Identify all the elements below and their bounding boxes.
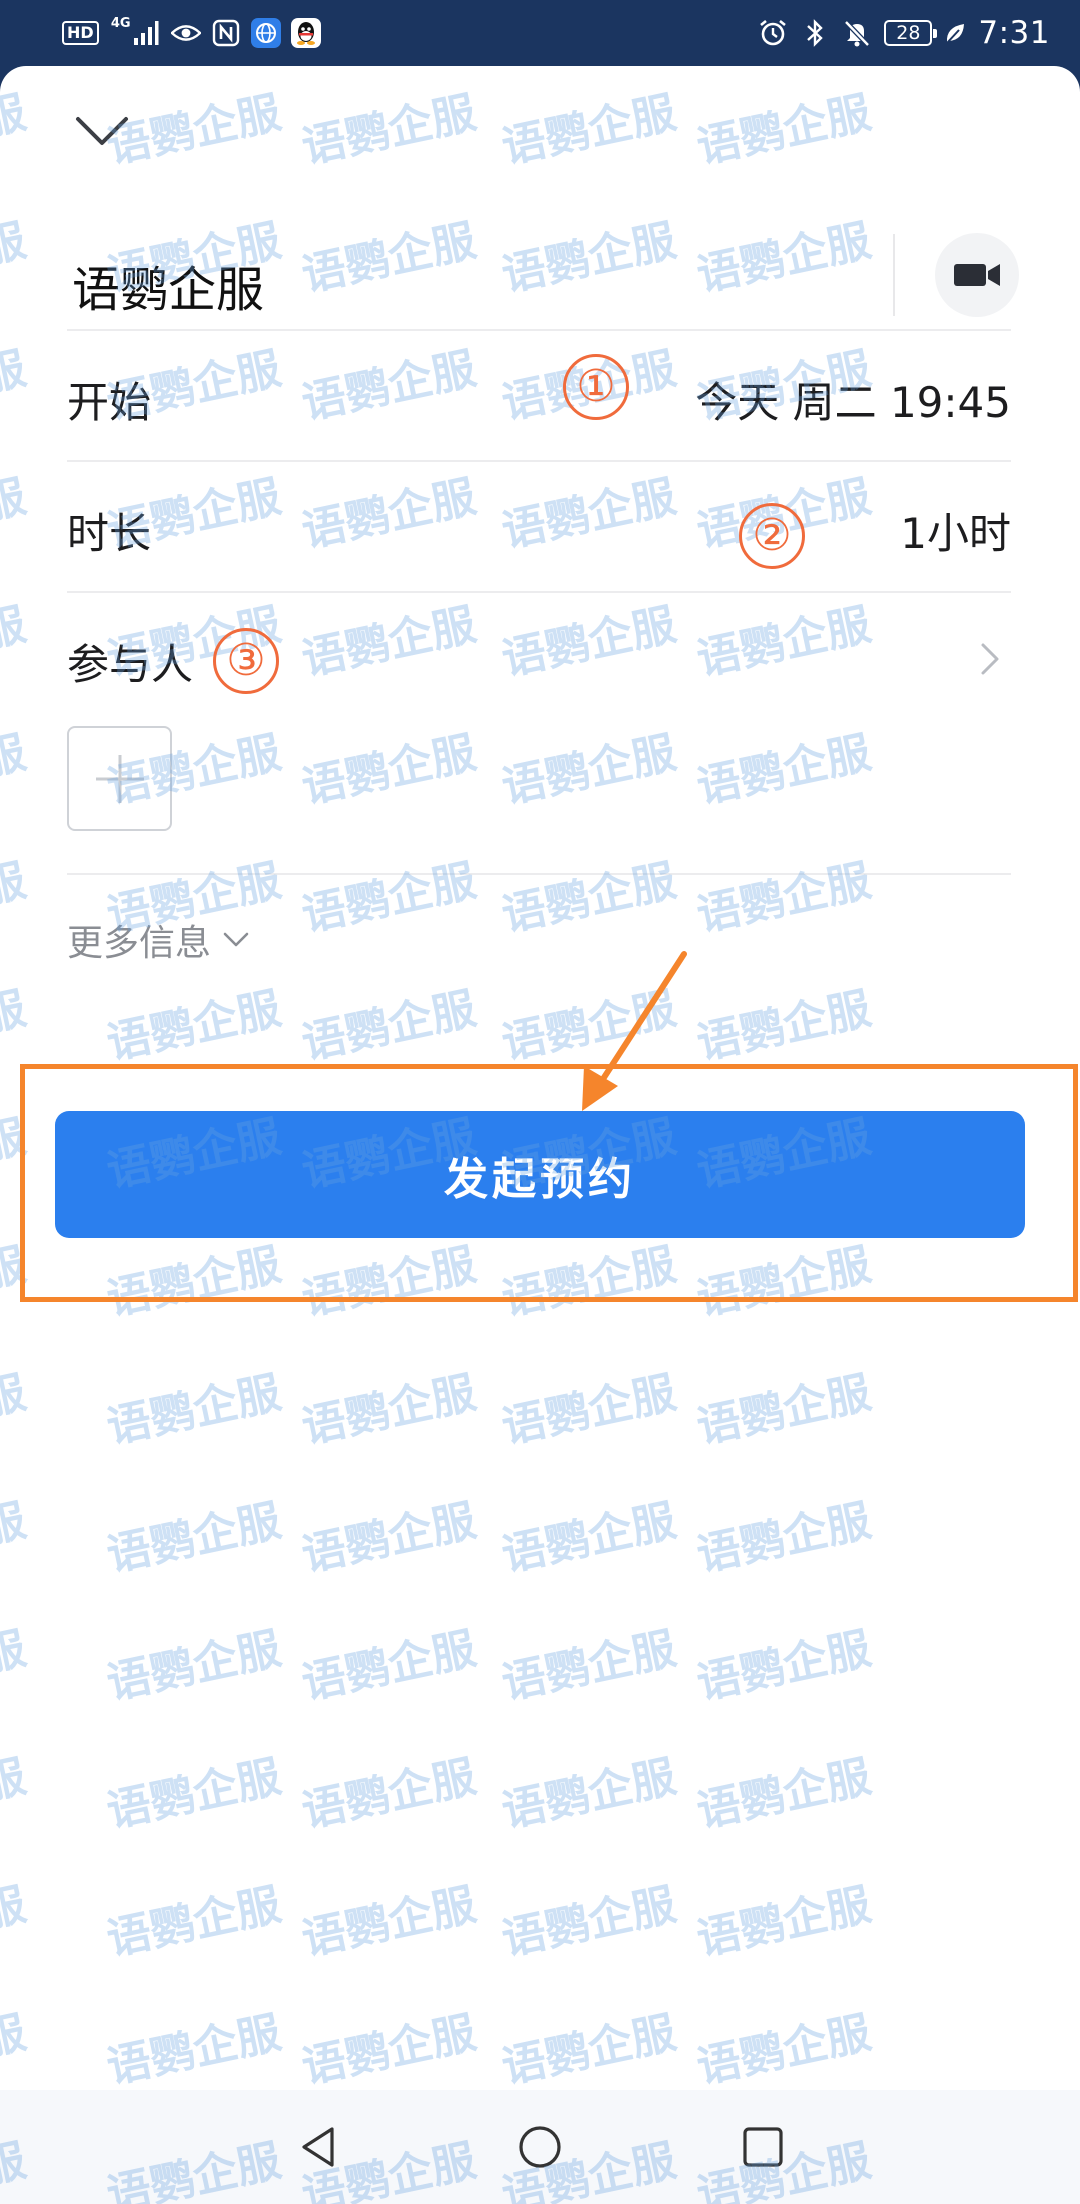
watermark-text: 语鹦企服 <box>692 1495 876 1582</box>
watermark-text: 语鹦企服 <box>692 1879 876 1966</box>
watermark-text: 语鹦企服 <box>0 343 31 430</box>
nav-recents-button[interactable] <box>738 2122 788 2172</box>
watermark-text: 语鹦企服 <box>297 1495 481 1582</box>
duration-label: 时长 <box>67 509 152 558</box>
browser-icon <box>250 18 281 48</box>
circle-home-icon <box>519 2126 561 2168</box>
triangle-back-icon <box>302 2127 334 2167</box>
watermark-text: 语鹦企服 <box>102 1623 286 1710</box>
battery-icon: 28 <box>884 20 938 46</box>
signal-icon: 4G <box>109 16 161 48</box>
duration-row[interactable]: 时长 1小时 <box>67 460 1011 591</box>
clock: 7:31 <box>978 15 1050 51</box>
more-info-toggle[interactable]: 更多信息 <box>67 914 249 966</box>
watermark-text: 语鹦企服 <box>297 727 481 814</box>
add-participant-button[interactable] <box>67 726 172 831</box>
meeting-title[interactable]: 语鹦企服 <box>72 250 264 320</box>
plus-icon <box>95 754 144 803</box>
watermark-text: 语鹦企服 <box>0 727 31 814</box>
nav-home-button[interactable] <box>515 2122 565 2172</box>
watermark-text: 语鹦企服 <box>0 1623 31 1710</box>
eye-icon <box>170 18 201 48</box>
title-divider <box>893 234 895 316</box>
watermark-text: 语鹦企服 <box>692 1751 876 1838</box>
start-time-label: 开始 <box>67 378 152 427</box>
watermark-text: 语鹦企服 <box>102 983 286 1070</box>
qq-icon <box>290 18 321 48</box>
alarm-icon <box>758 18 788 48</box>
watermark-text: 语鹦企服 <box>297 1879 481 1966</box>
title-row: 语鹦企服 <box>0 216 1080 346</box>
watermark-text: 语鹦企服 <box>497 1367 681 1454</box>
bluetooth-icon <box>800 18 830 48</box>
annotation-marker-1: ① <box>563 354 629 420</box>
watermark-text: 语鹦企服 <box>0 1367 31 1454</box>
watermark-text: 语鹦企服 <box>0 471 31 558</box>
watermark-text: 语鹦企服 <box>0 1495 31 1582</box>
status-bar-left: HD 4G <box>62 14 321 52</box>
watermark-text: 语鹦企服 <box>102 1751 286 1838</box>
watermark-text: 语鹦企服 <box>692 2007 876 2094</box>
watermark-text: 语鹦企服 <box>297 1367 481 1454</box>
watermark-text: 语鹦企服 <box>692 855 876 942</box>
more-info-label: 更多信息 <box>67 923 212 964</box>
watermark-text: 语鹦企服 <box>0 983 31 1070</box>
network-type-label: 4G <box>110 16 131 31</box>
navigation-bar <box>0 2090 1080 2204</box>
section-divider <box>67 873 1011 875</box>
watermark-text: 语鹦企服 <box>497 727 681 814</box>
video-camera-icon <box>954 264 1000 286</box>
watermark-text: 语鹦企服 <box>102 1495 286 1582</box>
watermark-text: 语鹦企服 <box>102 1367 286 1454</box>
watermark-text: 语鹦企服 <box>497 1495 681 1582</box>
square-recents-icon <box>743 2127 783 2167</box>
annotation-marker-3: ③ <box>213 628 279 694</box>
watermark-text: 语鹦企服 <box>0 2007 31 2094</box>
collapse-button[interactable] <box>72 106 132 156</box>
status-bar: HD 4G 28 7:31 <box>0 0 1080 66</box>
watermark-text: 语鹦企服 <box>297 2007 481 2094</box>
watermark-text: 语鹦企服 <box>0 1879 31 1966</box>
watermark-text: 语鹦企服 <box>102 1879 286 1966</box>
watermark-text: 语鹦企服 <box>692 727 876 814</box>
watermark-text: 语鹦企服 <box>0 1751 31 1838</box>
hd-badge: HD <box>62 21 99 45</box>
watermark-text: 语鹦企服 <box>692 87 876 174</box>
participants-label: 参与人 <box>67 640 194 689</box>
watermark-text: 语鹦企服 <box>297 983 481 1070</box>
watermark-text: 语鹦企服 <box>0 87 31 174</box>
mute-icon <box>842 18 872 48</box>
watermark-text: 语鹦企服 <box>497 2007 681 2094</box>
participants-row[interactable]: 参与人 <box>67 591 1011 711</box>
watermark-text: 语鹦企服 <box>692 1623 876 1710</box>
nfc-icon <box>211 18 241 48</box>
meeting-booking-sheet: 语鹦企服 开始 今天 周二 19:45 时长 1小时 参与人 更多信息 发起预约… <box>0 66 1080 2204</box>
watermark-text: 语鹦企服 <box>497 855 681 942</box>
annotation-marker-2: ② <box>739 503 805 569</box>
watermark-text: 语鹦企服 <box>692 1367 876 1454</box>
watermark-text: 语鹦企服 <box>497 87 681 174</box>
watermark-text: 语鹦企服 <box>497 1751 681 1838</box>
chevron-down-icon <box>76 117 128 145</box>
watermark-text: 语鹦企服 <box>0 599 31 686</box>
chevron-down-icon <box>223 932 249 947</box>
battery-level: 28 <box>896 22 921 44</box>
watermark-text: 语鹦企服 <box>297 855 481 942</box>
watermark-text: 语鹦企服 <box>497 1879 681 1966</box>
duration-value[interactable]: 1小时 <box>900 500 1011 561</box>
watermark-text: 语鹦企服 <box>0 855 31 942</box>
video-toggle-button[interactable] <box>935 233 1019 317</box>
watermark-text: 语鹦企服 <box>297 1623 481 1710</box>
watermark-text: 语鹦企服 <box>297 1751 481 1838</box>
watermark-text: 语鹦企服 <box>102 2007 286 2094</box>
chevron-right-icon <box>979 639 1009 679</box>
leaf-icon <box>944 18 966 48</box>
watermark-text: 语鹦企服 <box>497 1623 681 1710</box>
watermark-text: 语鹦企服 <box>297 87 481 174</box>
start-time-value[interactable]: 今天 周二 19:45 <box>695 369 1011 430</box>
nav-back-button[interactable] <box>293 2122 343 2172</box>
start-time-row[interactable]: 开始 今天 周二 19:45 <box>67 329 1011 460</box>
annotation-highlight-box <box>20 1064 1078 1302</box>
status-bar-right: 28 7:31 <box>758 10 1050 56</box>
